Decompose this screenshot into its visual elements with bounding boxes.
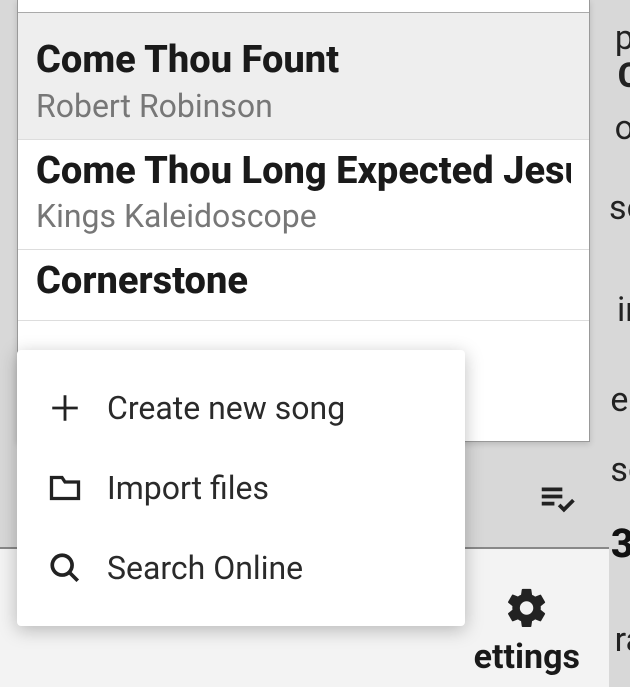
- create-new-song-item[interactable]: Create new song: [17, 368, 465, 448]
- nav-settings[interactable]: ettings: [474, 585, 580, 677]
- plus-icon: [45, 388, 85, 428]
- search-icon: [45, 548, 85, 588]
- menu-label: Search Online: [107, 549, 303, 587]
- song-item[interactable]: Cornerstone: [18, 250, 589, 321]
- song-item[interactable]: Come Thou Fount Robert Robinson: [18, 12, 589, 140]
- menu-label: Import files: [107, 469, 269, 507]
- playlist-check-icon[interactable]: [534, 478, 578, 516]
- search-online-item[interactable]: Search Online: [17, 528, 465, 608]
- song-title: Come Thou Long Expected Jesus: [36, 148, 571, 196]
- gear-icon: [504, 585, 550, 631]
- import-files-item[interactable]: Import files: [17, 448, 465, 528]
- song-title: Come Thou Fount: [36, 37, 571, 85]
- song-title: Cornerstone: [36, 258, 571, 306]
- nav-settings-label: ettings: [474, 637, 580, 677]
- folder-icon: [45, 468, 85, 508]
- song-artist: Robert Robinson: [36, 87, 571, 125]
- song-item[interactable]: Come Thou Long Expected Jesus Kings Kale…: [18, 140, 589, 251]
- add-song-menu: Create new song Import files Search Onli…: [17, 350, 465, 626]
- song-artist: Kings Kaleidoscope: [36, 197, 571, 235]
- page-indicator: 3: [611, 520, 630, 567]
- menu-label: Create new song: [107, 389, 345, 427]
